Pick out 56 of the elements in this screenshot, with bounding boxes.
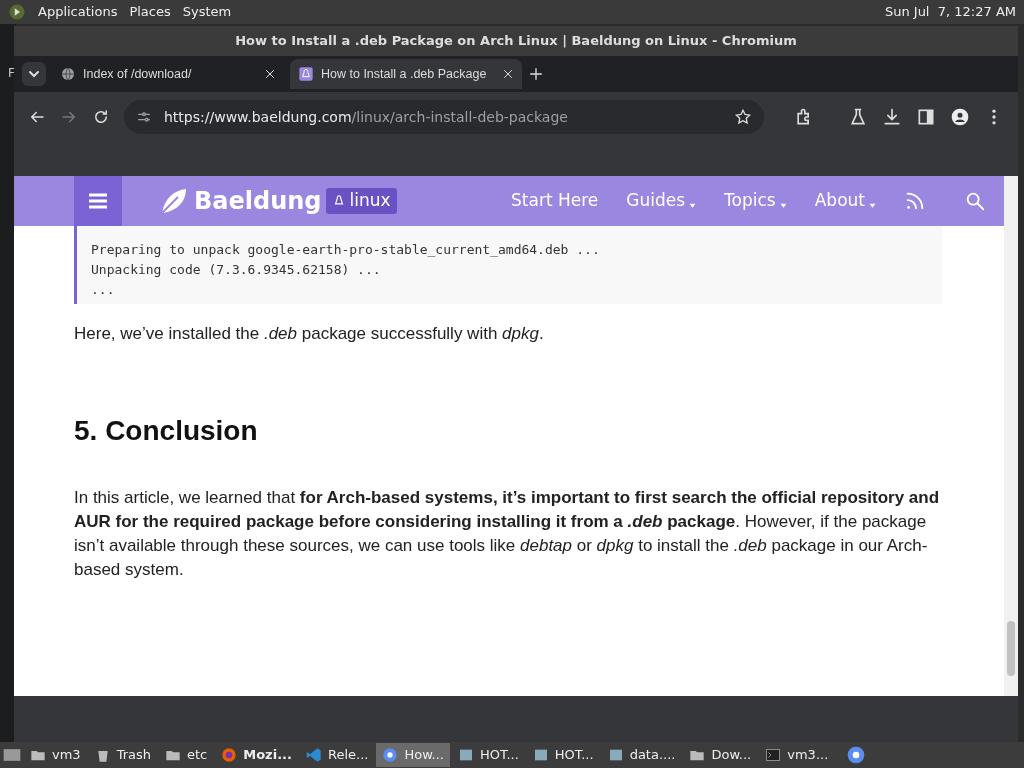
url-text: https://www.baeldung.com/linux/arch-install-deb-package [164,107,569,127]
close-icon[interactable] [264,68,276,80]
browser-tab[interactable]: Index of /download/ [52,59,284,89]
section-badge: linux [325,188,397,214]
taskbar-button[interactable]: etc [159,743,214,767]
taskbar-button[interactable]: Dow... [683,743,758,767]
scrollbar[interactable] [1004,176,1018,696]
caret-icon [689,201,697,209]
clock: Sun Jul 7, 12:27 AM [884,3,1016,22]
taskbar-button[interactable]: Trash [88,743,157,767]
caret-icon [779,201,787,209]
site-settings-icon[interactable] [136,109,152,125]
taskbar-button[interactable]: HOT... [526,743,600,767]
taskbar-button[interactable]: Mozi... [215,743,298,767]
panel-menu[interactable]: Places [129,2,171,22]
download-icon[interactable] [882,107,902,127]
app-icon [458,747,474,763]
profile-icon[interactable] [950,107,970,127]
search-icon[interactable] [964,190,986,212]
terminal-icon [765,747,782,763]
app-icon [607,747,624,763]
editor-icon [305,747,322,763]
paragraph: Here, we’ve installed the .deb package successfully with dpkg. [74,323,545,345]
browser-icon [221,747,238,763]
panel-menu[interactable]: System [182,2,232,22]
distro-logo-icon[interactable] [8,3,26,21]
paragraph: In this article, we learned that for Arch-based systems, it’s important to first search the official repository and AUR for the required package before considering installing it from a .deb package. However, if the package isn’t available through these sources, we can use tools like debtap or dpkg to install the .deb package in our Arch-based system. [74,486,941,581]
taskbar-button[interactable]: data.... [601,743,682,767]
panel-menu[interactable]: Applications [38,2,118,22]
address-bar[interactable]: https://www.baeldung.com/linux/arch-install-deb-package [124,100,764,134]
side-panel-icon[interactable] [916,107,936,127]
rss-icon[interactable] [904,190,926,212]
tab-search-icon[interactable] [22,62,46,86]
window-title: How to Install a .deb Package on Arch Linux | Baeldung on Linux - Chromium [235,32,797,51]
penguin-icon [298,66,314,82]
close-icon[interactable] [502,68,514,80]
menu-button[interactable] [74,176,122,226]
caret-icon [869,201,876,209]
browser-icon [382,747,399,763]
section-heading: 5. Conclusion [74,414,259,448]
reload-icon[interactable] [92,108,110,126]
taskbar-button[interactable]: HOT... [452,743,525,767]
code-line: Unpacking code (7.3.6.9345.62158) ... [91,261,382,279]
app-icon [532,747,549,763]
taskbar-button[interactable]: How... [376,743,450,767]
globe-icon [60,66,76,82]
flask-icon[interactable] [848,107,868,127]
code-line: Preparing to unpack google-earth-pro-stable_current_amd64.deb ... [91,241,601,259]
browser-tab[interactable]: How to Install a .deb Package [290,59,522,89]
star-icon[interactable] [734,108,752,126]
desktop-text: F [8,65,15,82]
taskbar-button[interactable]: vm3 [24,743,87,767]
taskbar-button[interactable]: vm3... [759,743,835,767]
code-line: ... [91,281,116,299]
taskbar-button[interactable]: Rele... [299,743,375,767]
new-tab-icon[interactable] [528,66,544,82]
